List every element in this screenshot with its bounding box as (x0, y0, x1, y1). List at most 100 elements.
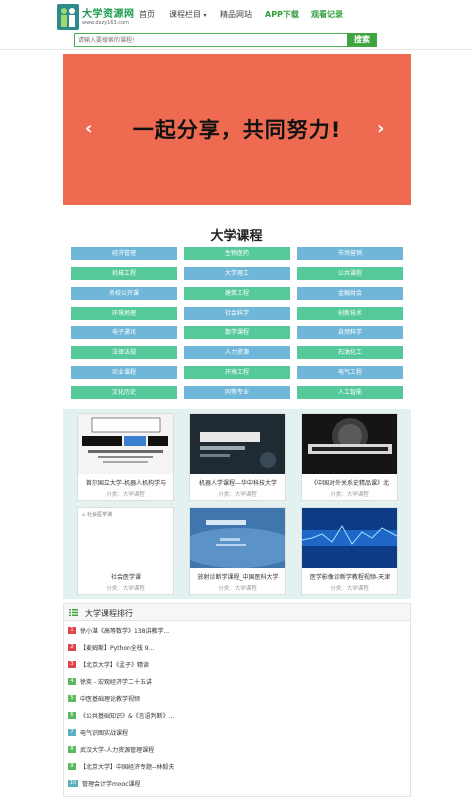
rank-number-badge: 10 (68, 780, 78, 787)
course-card-category: 分类：大学课程 (106, 586, 145, 592)
search-input[interactable] (74, 33, 347, 47)
ranking-item[interactable]: 9 【北京大学】中国经济专题--林毅夫 (68, 760, 406, 773)
medical-imaging-cover-image (302, 508, 397, 568)
category-button[interactable]: 市场营销 (297, 247, 403, 260)
banner-slogan: 一起分享，共同努力! (132, 118, 342, 142)
rank-number-badge: 2 (68, 644, 76, 651)
rank-number-badge: 9 (68, 763, 76, 770)
course-thumbnail[interactable]: ▫ 社会医学课 (78, 508, 173, 568)
ranking-item-link[interactable]: 武汉大学-人力资源管理课程 (80, 745, 154, 754)
ranking-item[interactable]: 8 武汉大学-人力资源管理课程 (68, 743, 406, 756)
ranking-item-link[interactable]: 徐奕 - 宏观经济学二十五讲 (80, 677, 152, 686)
course-card[interactable]: 医学影像诊断学教程视频-天津 分类：大学课程 (301, 507, 398, 595)
logo-icon (57, 4, 79, 30)
broken-image-icon: ▫ 社会医学课 (82, 512, 112, 518)
ranking-item[interactable]: 3 【北京大学】《孟子》精读 (68, 658, 406, 671)
nav-app-download[interactable]: APP下载 (265, 9, 299, 20)
ranking-item-link[interactable]: 电气识图实战课程 (80, 728, 128, 737)
rank-number-badge: 3 (68, 661, 76, 668)
category-button[interactable]: 文化历史 (71, 386, 177, 399)
chevron-down-icon: ▾ (203, 12, 207, 19)
ranking-item[interactable]: 5 中医基础理论教学视频 (68, 692, 406, 705)
ranking-item[interactable]: 10 管理会计学mooc课程 (68, 777, 406, 790)
ranking-item[interactable]: 1 徐小湛《高等数学》138讲教学... (68, 624, 406, 637)
course-thumbnail[interactable] (78, 414, 173, 474)
category-button[interactable]: 生物医药 (184, 247, 290, 260)
ranking-item-link[interactable]: 管理会计学mooc课程 (82, 779, 141, 788)
course-card[interactable]: 《中国对外关系史精品课》北 分类：大学课程 (301, 413, 398, 501)
banner-prev-arrow-icon[interactable]: ‹ (85, 118, 92, 139)
ranking-item-link[interactable]: 徐小湛《高等数学》138讲教学... (80, 626, 169, 635)
course-card-category: 分类：大学课程 (106, 492, 145, 498)
banner-next-arrow-icon[interactable]: › (377, 118, 384, 139)
category-button[interactable]: 机械工程 (71, 267, 177, 280)
course-card-category: 分类：大学课程 (330, 586, 369, 592)
course-card-title[interactable]: 医学影像诊断学教程视频-天津 (304, 572, 396, 581)
course-card-title[interactable]: 机器人学课程—华中科技大学 (192, 478, 284, 487)
ranking-item-link[interactable]: 【北京大学】中国经济专题--林毅夫 (80, 762, 174, 771)
course-ranking-panel: 大学课程排行 1 徐小湛《高等数学》138讲教学... 2 【麦姆斯】Pytho… (63, 603, 411, 797)
ranking-item[interactable]: 4 徐奕 - 宏观经济学二十五讲 (68, 675, 406, 688)
category-button[interactable]: 法律法规 (71, 346, 177, 359)
category-button[interactable]: 自然科学 (297, 326, 403, 339)
category-button[interactable]: 名校公开课 (71, 287, 177, 300)
ranking-item[interactable]: 7 电气识图实战课程 (68, 726, 406, 739)
category-button[interactable]: 农业课程 (71, 366, 177, 379)
course-card[interactable]: 放射诊断学课程_中国医科大学 分类：大学课程 (189, 507, 286, 595)
ranking-item[interactable]: 2 【麦姆斯】Python全栈 9... (68, 641, 406, 654)
broken-image-alt: 社会医学课 (86, 512, 112, 518)
category-button[interactable]: 环境地理 (71, 307, 177, 320)
course-thumbnail[interactable] (302, 414, 397, 474)
ranking-item-link[interactable]: 中医基础理论教学视频 (80, 694, 140, 703)
radiology-cover-image (190, 508, 285, 568)
ranking-item-link[interactable]: 《公共基础知识》&《言语判断》... (80, 711, 174, 720)
category-button[interactable]: 石油化工 (297, 346, 403, 359)
search-bar: 搜索 (74, 33, 377, 47)
category-button[interactable]: 人力资源 (184, 346, 290, 359)
site-logo[interactable]: 大学资源网 www.dxzy163.com (57, 4, 137, 30)
ranking-item-link[interactable]: 【北京大学】《孟子》精读 (80, 660, 149, 669)
course-thumbnail[interactable] (302, 508, 397, 568)
ranking-item[interactable]: 6 《公共基础知识》&《言语判断》... (68, 709, 406, 722)
course-card-grid: 首尔国立大学-机器人机构学与 分类：大学课程 机器人学课程—华中科技大学 分类：… (63, 409, 411, 599)
category-button[interactable]: 大学理工 (184, 267, 290, 280)
category-button[interactable]: 公共课程 (297, 267, 403, 280)
category-button[interactable]: 社会科学 (184, 307, 290, 320)
rank-number-badge: 1 (68, 627, 76, 634)
category-button[interactable]: 建筑工程 (184, 287, 290, 300)
category-button[interactable]: 创新技术 (297, 307, 403, 320)
category-button[interactable]: 环境工程 (184, 366, 290, 379)
category-button[interactable]: 电子通讯 (71, 326, 177, 339)
course-thumbnail[interactable] (190, 414, 285, 474)
category-button[interactable]: 经济管理 (71, 247, 177, 260)
rank-number-badge: 5 (68, 695, 76, 702)
nav-featured-sites[interactable]: 精品网站 (220, 9, 252, 20)
course-card[interactable]: 机器人学课程—华中科技大学 分类：大学课程 (189, 413, 286, 501)
category-button[interactable]: 电气工程 (297, 366, 403, 379)
course-card-title[interactable]: 社会医学课 (80, 572, 172, 581)
robot-book-cover-image (78, 414, 173, 474)
nav-course-columns[interactable]: 课程栏目 ▾ (169, 9, 207, 20)
hero-banner[interactable]: 一起分享，共同努力! ‹ › (63, 54, 411, 239)
category-button[interactable]: 金融财会 (297, 287, 403, 300)
ranking-item-link[interactable]: 【麦姆斯】Python全栈 9... (80, 643, 154, 652)
nav-course-columns-label: 课程栏目 (169, 10, 201, 19)
rank-number-badge: 6 (68, 712, 76, 719)
course-card[interactable]: 首尔国立大学-机器人机构学与 分类：大学课程 (77, 413, 174, 501)
course-card-title[interactable]: 首尔国立大学-机器人机构学与 (80, 478, 172, 487)
logo-name: 大学资源网 (82, 9, 135, 20)
course-card[interactable]: ▫ 社会医学课 社会医学课 分类：大学课程 (77, 507, 174, 595)
course-card-category: 分类：大学课程 (330, 492, 369, 498)
category-button[interactable]: 数学课程 (184, 326, 290, 339)
site-header: 大学资源网 www.dxzy163.com 首页 课程栏目 ▾ 精品网站 APP… (0, 0, 473, 50)
category-button[interactable]: 同等专业 (184, 386, 290, 399)
category-button[interactable]: 人工智能 (297, 386, 403, 399)
robotics-cover-image (190, 414, 285, 474)
course-card-title[interactable]: 放射诊断学课程_中国医科大学 (192, 572, 284, 581)
course-thumbnail[interactable] (190, 508, 285, 568)
search-button[interactable]: 搜索 (347, 33, 377, 47)
rank-number-badge: 8 (68, 746, 76, 753)
course-card-title[interactable]: 《中国对外关系史精品课》北 (304, 478, 396, 487)
nav-watch-history[interactable]: 观看记录 (311, 9, 343, 20)
nav-home[interactable]: 首页 (139, 9, 155, 20)
